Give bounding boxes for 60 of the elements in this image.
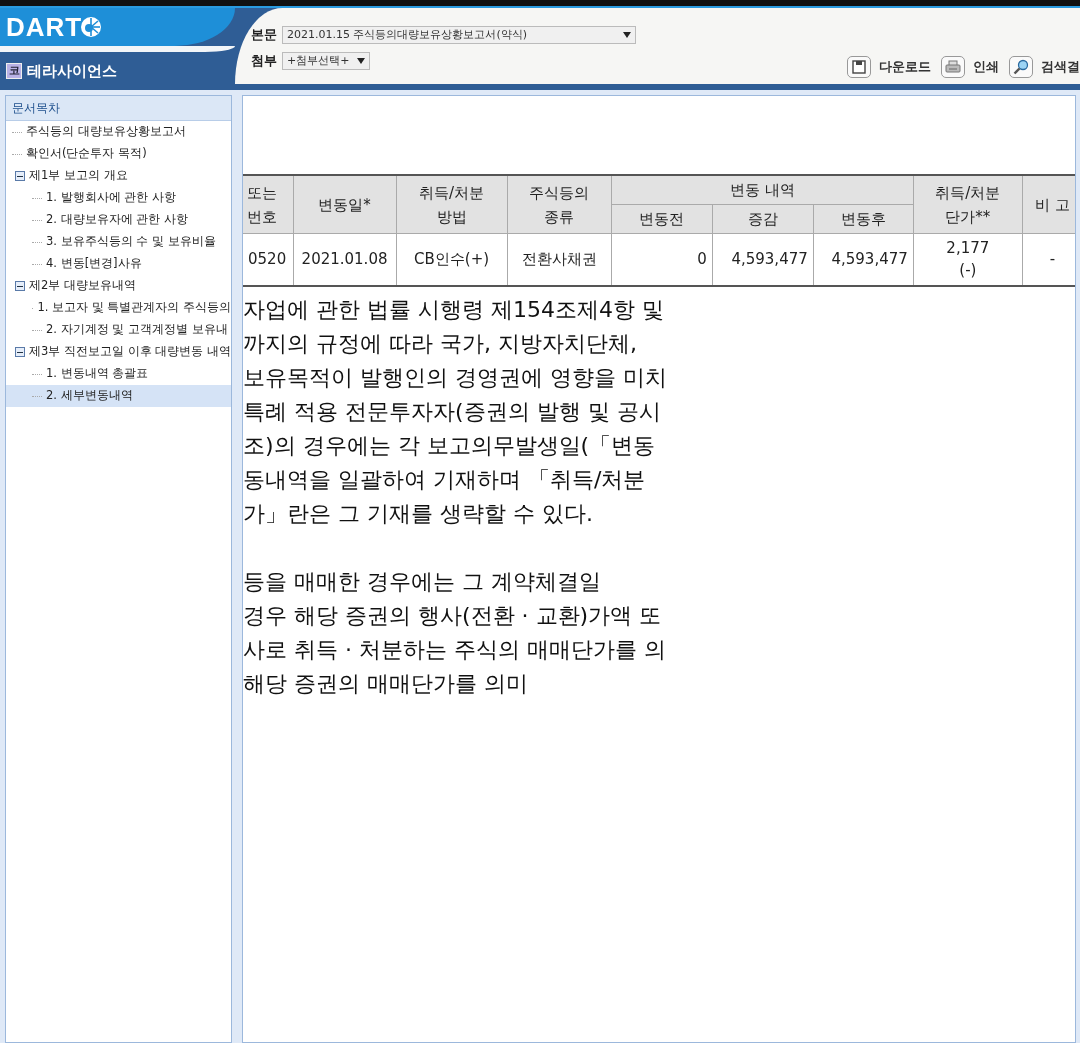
dart-logo: DART [6, 14, 83, 40]
collapse-toggle-icon[interactable] [15, 281, 25, 291]
document-select[interactable]: 2021.01.15 주식등의대량보유상황보고서(약식) [282, 26, 636, 44]
tree-item[interactable]: 1. 보고자 및 특별관계자의 주식등의 [37, 299, 231, 317]
tree-item[interactable]: 1. 변동내역 총괄표 [46, 365, 149, 383]
table-cell: 0520 [243, 233, 293, 286]
caret-icon [623, 32, 631, 38]
print-button[interactable]: 인쇄 [941, 56, 999, 78]
column-header: 주식등의 종류 [507, 175, 612, 234]
note-line: 가」란은 그 기재를 생략할 수 있다. [243, 499, 594, 528]
tree-item[interactable]: 제3부 직전보고일 이후 대량변동 내역 [29, 343, 231, 361]
download-button[interactable]: 다운로드 [847, 56, 931, 78]
tree-item[interactable]: 2. 대량보유자에 관한 사항 [46, 211, 188, 229]
field-label: 본문 [251, 26, 277, 45]
tree-item[interactable]: 4. 변동[변경]사유 [46, 255, 142, 273]
tree-item[interactable]: 확인서(단순투자 목적) [26, 145, 147, 163]
attachment-select[interactable]: +첨부선택+ [282, 52, 371, 70]
tree-item[interactable]: 3. 보유주식등의 수 및 보유비율 [46, 233, 216, 251]
tree-item[interactable]: 주식등의 대량보유상황보고서 [26, 123, 186, 141]
tree-item[interactable]: 제1부 보고의 개요 [29, 167, 128, 185]
caret-icon [357, 58, 366, 64]
note-line: 사로 취득 · 처분하는 주식의 매매단가를 의 [243, 635, 667, 664]
note-line: 특례 적용 전문투자자(증권의 발행 및 공시 [243, 397, 662, 426]
sunburst-icon [80, 16, 103, 38]
column-header: 취득/처분 단가** [913, 175, 1023, 234]
tree-item[interactable]: 2. 자기계정 및 고객계정별 보유내 [46, 321, 228, 339]
table-cell: 0 [611, 233, 713, 286]
column-header: 증감 [712, 204, 814, 234]
table-cell: 전환사채권 [507, 233, 612, 286]
tree-item[interactable]: 1. 발행회사에 관한 사항 [46, 189, 176, 207]
column-header: 변동일* [293, 175, 397, 234]
note-line: 동내역을 일괄하여 기재하며 「취득/처분 [243, 465, 647, 494]
table-cell: 2,177 (-) [913, 233, 1023, 286]
note-line: 등을 매매한 경우에는 그 계약체결일 [243, 567, 602, 596]
column-header: 변동전 [611, 204, 713, 234]
note-line: 자업에 관한 법률 시행령 제154조제4항 및 [243, 295, 665, 324]
column-header: 또는 번호 [243, 175, 293, 234]
column-header: 변동후 [813, 204, 914, 234]
note-line: 조)의 경우에는 각 보고의무발생일(「변동 [243, 431, 657, 460]
table-cell: 2021.01.08 [293, 233, 397, 286]
collapse-toggle-icon[interactable] [15, 171, 25, 181]
tree-item[interactable]: 제2부 대량보유내역 [29, 277, 136, 295]
field-label: 첨부 [251, 52, 277, 71]
note-line: 까지의 규정에 따라 국가, 지방자치단체, [243, 329, 638, 358]
table-cell: 4,593,477 [813, 233, 914, 286]
column-header: 비 고 [1022, 175, 1075, 234]
note-line: 해당 증권의 매매단가를 의미 [243, 669, 529, 698]
column-header: 취득/처분 방법 [396, 175, 508, 234]
panel-title: 문서목차 [12, 100, 60, 117]
column-header: 변동 내역 [611, 175, 914, 205]
collapse-toggle-icon[interactable] [15, 347, 25, 357]
magnifier-icon [1009, 56, 1033, 78]
search-button[interactable]: 검색결 [1009, 56, 1080, 78]
note-line: 경우 해당 증권의 행사(전환 · 교환)가액 또 [243, 601, 663, 630]
table-cell: 4,593,477 [712, 233, 814, 286]
printer-icon [941, 56, 965, 78]
company-badge: 코 [6, 63, 22, 79]
company-name: 테라사이언스 [27, 60, 117, 82]
note-line: 보유목적이 발행인의 경영권에 영향을 미치 [243, 363, 668, 392]
table-cell: CB인수(+) [396, 233, 508, 286]
